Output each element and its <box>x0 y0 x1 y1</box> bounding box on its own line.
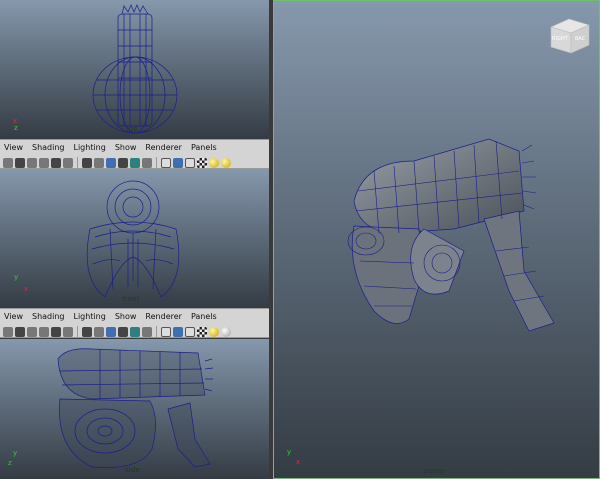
menu-panels[interactable]: Panels <box>191 312 217 324</box>
viewport-label-side: side <box>125 466 141 474</box>
axis-y-label: y <box>287 448 292 456</box>
film-gate-icon[interactable] <box>63 326 73 337</box>
camera-select-icon[interactable] <box>3 326 13 337</box>
smooth-shade-icon[interactable] <box>94 157 104 168</box>
toolbar-separator <box>156 157 157 168</box>
lights-icon[interactable] <box>209 157 219 168</box>
front-view-wireframe <box>86 180 180 298</box>
shadow-icon[interactable] <box>142 326 152 337</box>
xray-icon[interactable] <box>118 157 128 168</box>
image-plane-icon[interactable] <box>39 157 49 168</box>
panel-toolbar <box>0 155 269 170</box>
grid-icon[interactable] <box>51 157 61 168</box>
toolbar-separator <box>77 326 78 337</box>
menu-renderer[interactable]: Renderer <box>145 312 182 324</box>
bookmark-icon[interactable] <box>27 157 37 168</box>
default-material-icon[interactable] <box>106 326 116 337</box>
checker-icon[interactable] <box>197 157 207 168</box>
menu-shading[interactable]: Shading <box>32 143 65 155</box>
xray-icon[interactable] <box>118 326 128 337</box>
axis-x-label: x <box>296 458 301 466</box>
camera-select-icon[interactable] <box>3 157 13 168</box>
grid-icon[interactable] <box>51 326 61 337</box>
menu-shading[interactable]: Shading <box>32 312 65 324</box>
menu-show[interactable]: Show <box>115 312 137 324</box>
all-lights-icon[interactable] <box>221 326 231 337</box>
axis-z-label: z <box>8 459 12 467</box>
menu-lighting[interactable]: Lighting <box>73 312 105 324</box>
use-default-material-icon[interactable] <box>173 157 183 168</box>
viewport-label-front: front <box>122 295 140 303</box>
axis-z-label: z <box>14 124 18 132</box>
viewport-label-persp: persp <box>424 467 445 475</box>
menu-view[interactable]: View <box>4 143 23 155</box>
checker-icon[interactable] <box>197 326 207 337</box>
display-icon[interactable] <box>185 157 195 168</box>
all-lights-icon[interactable] <box>221 157 231 168</box>
smooth-shade-icon[interactable] <box>94 326 104 337</box>
panel-menubar-front: View Shading Lighting Show Renderer Pane… <box>0 139 269 169</box>
menu-view[interactable]: View <box>4 312 23 324</box>
panel-toolbar <box>0 324 269 339</box>
axis-y-label: y <box>14 273 19 281</box>
viewport-top[interactable]: x z top <box>0 0 269 139</box>
image-plane-icon[interactable] <box>39 326 49 337</box>
viewport-side[interactable]: y z side <box>0 339 269 479</box>
menu-lighting[interactable]: Lighting <box>73 143 105 155</box>
film-gate-icon[interactable] <box>63 157 73 168</box>
persp-view-model <box>347 138 555 332</box>
camera-attributes-icon[interactable] <box>15 326 25 337</box>
isolate-icon[interactable] <box>161 157 171 168</box>
toolbar-separator <box>156 326 157 337</box>
texture-icon[interactable] <box>130 157 140 168</box>
shadow-icon[interactable] <box>142 157 152 168</box>
viewport-persp[interactable]: RIGHT BAC y x persp <box>273 0 600 479</box>
wireframe-icon[interactable] <box>82 157 92 168</box>
axis-y-label: y <box>13 449 18 457</box>
texture-icon[interactable] <box>130 326 140 337</box>
display-icon[interactable] <box>185 326 195 337</box>
bookmark-icon[interactable] <box>27 326 37 337</box>
viewport-front[interactable]: y x front <box>0 169 269 308</box>
axis-x-label: x <box>24 285 29 293</box>
menu-show[interactable]: Show <box>115 143 137 155</box>
top-view-wireframe <box>92 4 178 134</box>
use-default-material-icon[interactable] <box>173 326 183 337</box>
side-view-wireframe <box>57 348 214 468</box>
menu-panels[interactable]: Panels <box>191 143 217 155</box>
camera-attributes-icon[interactable] <box>15 157 25 168</box>
wireframe-icon[interactable] <box>82 326 92 337</box>
panel-menubar-side: View Shading Lighting Show Renderer Pane… <box>0 308 269 338</box>
toolbar-separator <box>77 157 78 168</box>
menu-renderer[interactable]: Renderer <box>145 143 182 155</box>
viewport-label-top: top <box>126 125 139 133</box>
default-material-icon[interactable] <box>106 157 116 168</box>
isolate-icon[interactable] <box>161 326 171 337</box>
lights-icon[interactable] <box>209 326 219 337</box>
